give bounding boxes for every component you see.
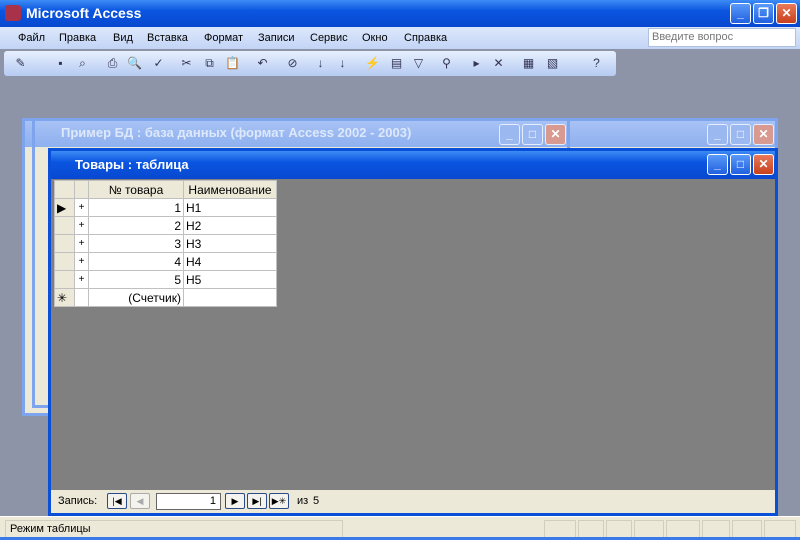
expand-icon[interactable]: +: [74, 198, 89, 217]
menu-format[interactable]: Формат: [204, 32, 243, 44]
menu-tools[interactable]: Сервис: [310, 32, 348, 44]
menu-records[interactable]: Записи: [258, 32, 295, 44]
menu-window[interactable]: Окно: [362, 32, 388, 44]
status-text: Режим таблицы: [5, 520, 343, 538]
table-window-title: Товары : таблица: [51, 151, 775, 179]
bg-maximize-button[interactable]: □: [730, 124, 751, 145]
app-title-bar: Microsoft Access: [0, 0, 800, 27]
expand-icon[interactable]: +: [74, 234, 89, 253]
record-of-label: из: [297, 495, 309, 507]
table-minimize-button[interactable]: _: [707, 154, 728, 175]
column-header-name[interactable]: Наименование: [183, 180, 277, 199]
menu-help[interactable]: Справка: [404, 32, 447, 44]
menu-view[interactable]: Вид: [113, 32, 133, 44]
select-all[interactable]: [54, 180, 75, 199]
apply-filter-icon[interactable]: ▽: [410, 55, 427, 72]
new-record-button[interactable]: ▶✳: [269, 493, 289, 509]
sort-ascending-icon[interactable]: ↓: [312, 55, 329, 72]
close-button[interactable]: ✕: [776, 3, 797, 24]
record-label: Запись:: [58, 495, 98, 507]
record-total: 5: [313, 495, 320, 507]
new-record-row[interactable]: ✳ (Счетчик): [54, 288, 277, 307]
table-row[interactable]: +5 Н5: [54, 270, 277, 289]
new-object-icon[interactable]: ▧: [544, 55, 561, 72]
copy-icon[interactable]: ⧉: [201, 55, 218, 72]
record-navigation: Запись: |◀ ◀ 1 ▶ ▶| ▶✳ из 5: [51, 490, 775, 513]
print-icon[interactable]: ⎙: [104, 55, 121, 72]
expand-icon[interactable]: +: [74, 216, 89, 235]
current-record-input[interactable]: 1: [156, 493, 221, 510]
table-close-button[interactable]: ✕: [753, 154, 774, 175]
toolbar: ✎ ▪ ⌕ ⎙ 🔍 ✓ ✂ ⧉ 📋 ↶ ⊘ ↓ ↓ ⚡ ▤ ▽ ⚲ ▸ ✕ ▦ …: [4, 51, 616, 76]
menu-insert[interactable]: Вставка: [147, 32, 188, 44]
restore-button[interactable]: ❐: [753, 3, 774, 24]
print-preview-icon[interactable]: 🔍: [126, 55, 143, 72]
bg-minimize-button[interactable]: _: [707, 124, 728, 145]
search-file-icon[interactable]: ⌕: [74, 55, 91, 72]
last-record-button[interactable]: ▶|: [247, 493, 267, 509]
filter-by-selection-icon[interactable]: ⚡: [364, 55, 381, 72]
hyperlink-icon[interactable]: ⊘: [284, 55, 301, 72]
expand-icon[interactable]: +: [74, 270, 89, 289]
column-header-id[interactable]: № товара: [88, 180, 184, 199]
current-record-icon[interactable]: ▶: [54, 198, 75, 217]
db-minimize-button[interactable]: _: [499, 124, 520, 145]
menu-edit[interactable]: Правка: [59, 32, 96, 44]
sort-descending-icon[interactable]: ↓: [334, 55, 351, 72]
delete-record-icon[interactable]: ✕: [490, 55, 507, 72]
first-record-button[interactable]: |◀: [107, 493, 127, 509]
minimize-button[interactable]: _: [730, 3, 751, 24]
db-maximize-button[interactable]: □: [522, 124, 543, 145]
table-maximize-button[interactable]: □: [730, 154, 751, 175]
new-record-icon[interactable]: ▸: [468, 55, 485, 72]
undo-icon[interactable]: ↶: [254, 55, 271, 72]
cut-icon[interactable]: ✂: [178, 55, 195, 72]
menu-file[interactable]: Файл: [18, 32, 45, 44]
db-close-button[interactable]: ✕: [545, 124, 566, 145]
table-row[interactable]: +3 Н3: [54, 234, 277, 253]
ask-question-input[interactable]: Введите вопрос: [648, 28, 796, 47]
table-row[interactable]: +2 Н2: [54, 216, 277, 235]
app-title: Microsoft Access: [26, 5, 142, 21]
access-icon: [5, 5, 21, 21]
design-view-icon[interactable]: ✎: [12, 55, 29, 72]
datasheet: № товара Наименование ▶ +1 Н1 +2 Н2 +3 Н3 +4 Н…: [54, 180, 277, 307]
find-icon[interactable]: ⚲: [438, 55, 455, 72]
table-row[interactable]: ▶ +1 Н1: [54, 198, 277, 217]
help-icon[interactable]: ?: [588, 55, 605, 72]
database-window-icon[interactable]: ▦: [520, 55, 537, 72]
expand-icon[interactable]: +: [74, 252, 89, 271]
save-icon[interactable]: ▪: [52, 55, 69, 72]
filter-by-form-icon[interactable]: ▤: [388, 55, 405, 72]
table-window: Товары : таблица _ □ ✕ № товара Наименова…: [48, 148, 778, 516]
bg-close-button[interactable]: ✕: [753, 124, 774, 145]
new-record-icon[interactable]: ✳: [54, 288, 75, 307]
previous-record-button[interactable]: ◀: [130, 493, 150, 509]
spelling-icon[interactable]: ✓: [150, 55, 167, 72]
paste-icon[interactable]: 📋: [224, 55, 241, 72]
table-row[interactable]: +4 Н4: [54, 252, 277, 271]
database-window-title: Пример БД : база данных (формат Access 2…: [35, 121, 567, 147]
next-record-button[interactable]: ▶: [225, 493, 245, 509]
